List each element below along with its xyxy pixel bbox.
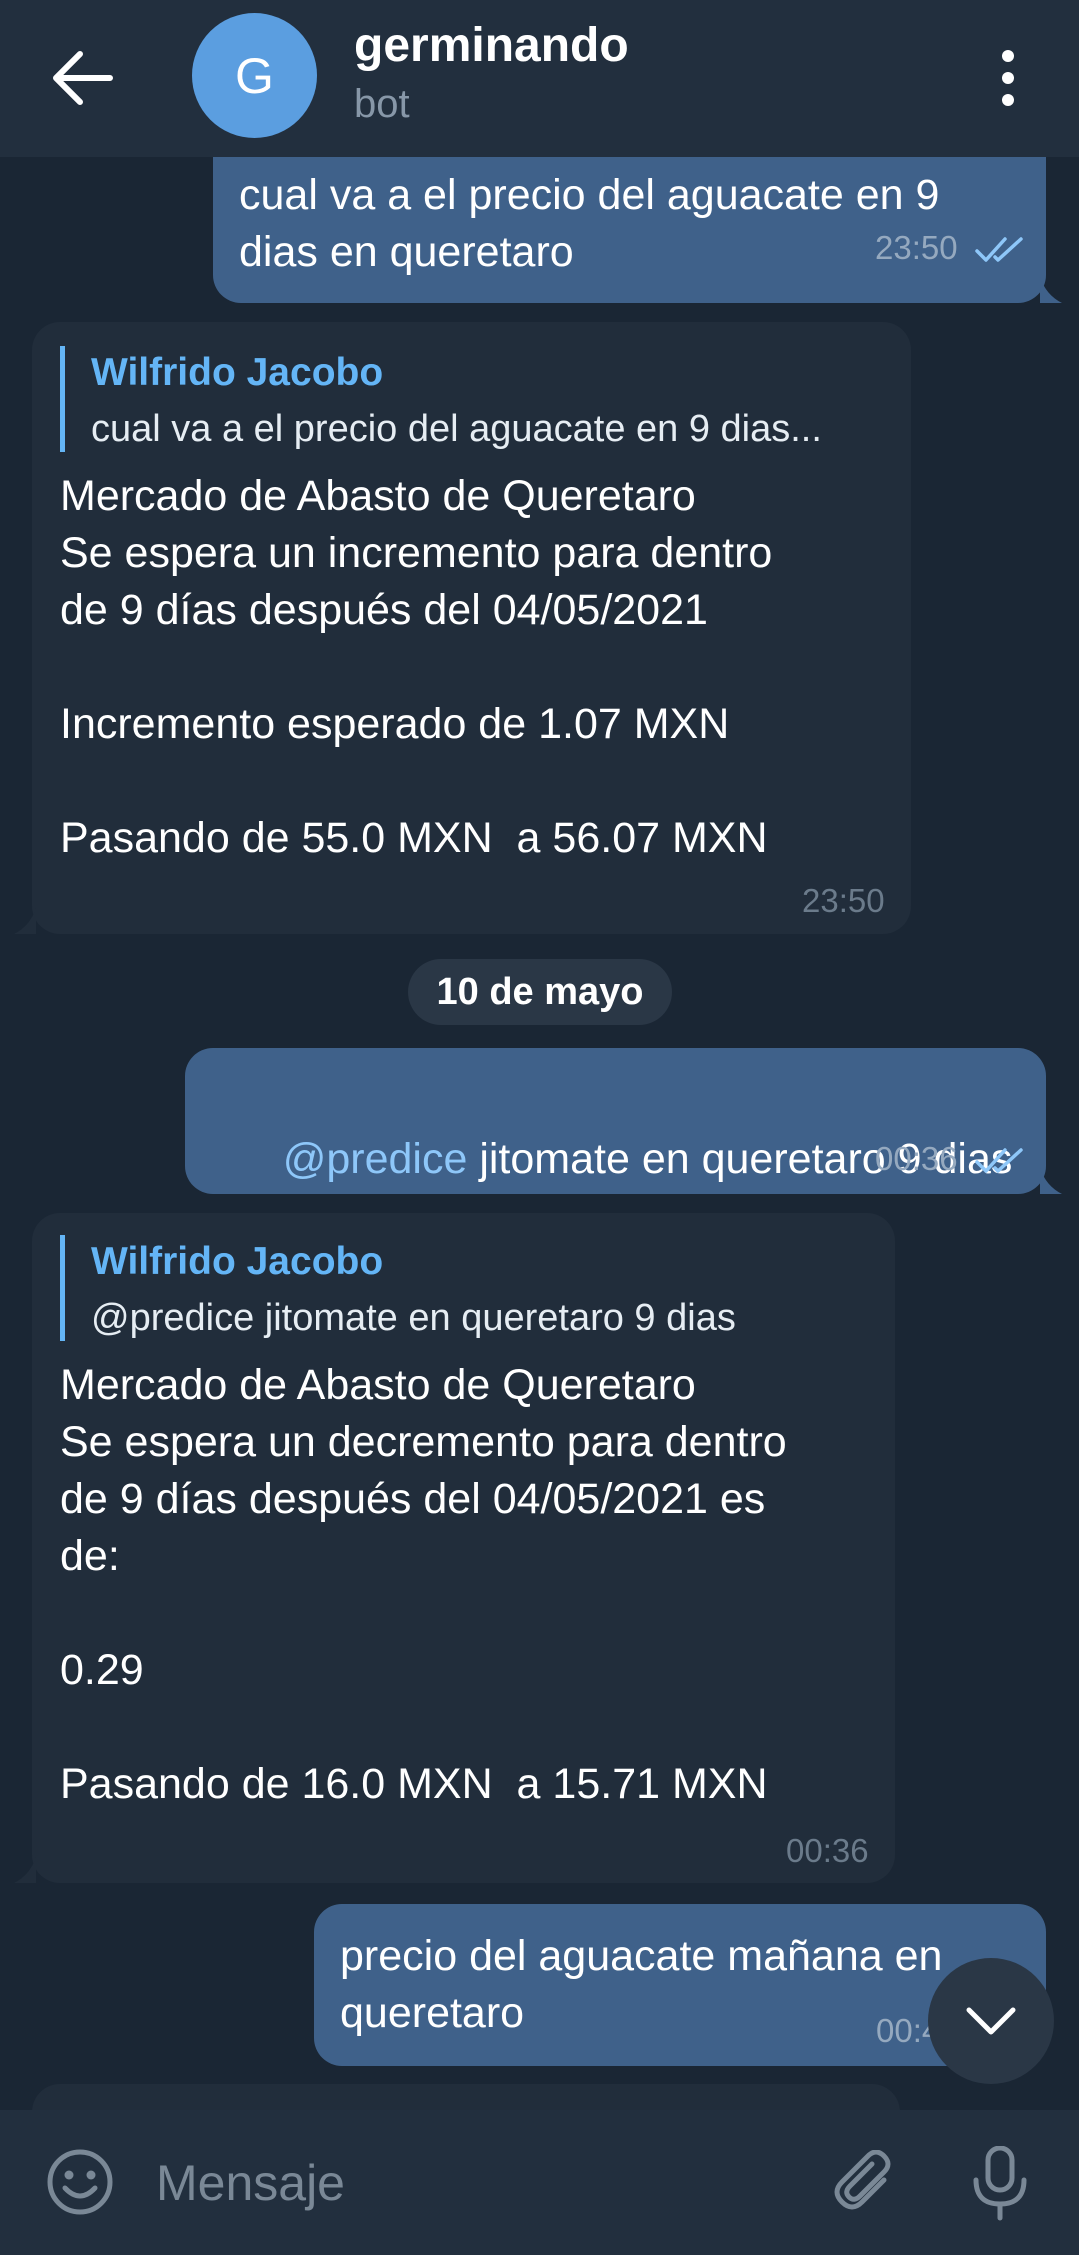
- message-time: 23:50: [802, 882, 885, 919]
- microphone-icon[interactable]: [970, 2146, 1030, 2222]
- incoming-message[interactable]: Wilfrido Jacobo @predice jitomate en que…: [32, 1213, 895, 1883]
- reply-text: cual va a el precio del aguacate en 9 di…: [91, 408, 822, 450]
- message-time: 00:36: [786, 1832, 869, 1869]
- chat-subtitle: bot: [354, 82, 410, 126]
- reply-quote[interactable]: Wilfrido Jacobo @predice jitomate en que…: [60, 1235, 736, 1341]
- bubble-tail: [1040, 1168, 1062, 1194]
- outgoing-message[interactable]: @predice jitomate en queretaro 9 dias 00…: [185, 1048, 1046, 1194]
- message-text: Mercado de Abasto de Queretaro Se espera…: [60, 1361, 787, 1808]
- reply-text: @predice jitomate en queretaro 9 dias: [91, 1297, 736, 1339]
- reply-author: Wilfrido Jacobo: [91, 351, 384, 394]
- date-separator: 10 de mayo: [408, 959, 672, 1025]
- message-text: Mercado de Abasto de Queretaro Se espera…: [60, 472, 773, 862]
- arrow-left-icon[interactable]: [50, 48, 116, 108]
- reply-author: Wilfrido Jacobo: [91, 1240, 384, 1283]
- bubble-tail: [1040, 277, 1062, 303]
- double-check-icon: [975, 237, 1023, 262]
- scroll-down-button[interactable]: [928, 1958, 1054, 2084]
- chevron-down-icon: [966, 2007, 1016, 2035]
- double-check-icon: [975, 1148, 1023, 1173]
- outgoing-message[interactable]: cual va a el precio del aguacate en 9 di…: [213, 157, 1046, 303]
- bubble-tail: [14, 908, 36, 934]
- incoming-message[interactable]: [32, 2084, 900, 2110]
- smile-icon[interactable]: [46, 2148, 114, 2216]
- reply-quote[interactable]: Wilfrido Jacobo cual va a el precio del …: [60, 346, 822, 452]
- message-list[interactable]: cual va a el precio del aguacate en 9 di…: [0, 157, 1079, 2110]
- message-input[interactable]: Mensaje: [156, 2154, 345, 2212]
- message-time: 00:36: [875, 1140, 958, 1177]
- bubble-tail: [14, 1857, 36, 1883]
- incoming-message[interactable]: Wilfrido Jacobo cual va a el precio del …: [32, 322, 911, 934]
- message-input-bar: Mensaje: [0, 2110, 1079, 2255]
- message-time: 23:50: [875, 229, 958, 266]
- message-text: precio del aguacate mañana en queretaro: [340, 1932, 943, 2037]
- mention-link[interactable]: @predice: [283, 1135, 468, 1183]
- more-vertical-icon[interactable]: [990, 48, 1026, 108]
- chat-header: G germinando bot: [0, 0, 1079, 157]
- chat-title[interactable]: germinando: [354, 18, 629, 73]
- avatar[interactable]: G: [192, 13, 317, 138]
- paperclip-icon[interactable]: [832, 2150, 900, 2218]
- message-text: cual va a el precio del aguacate en 9 di…: [239, 171, 940, 276]
